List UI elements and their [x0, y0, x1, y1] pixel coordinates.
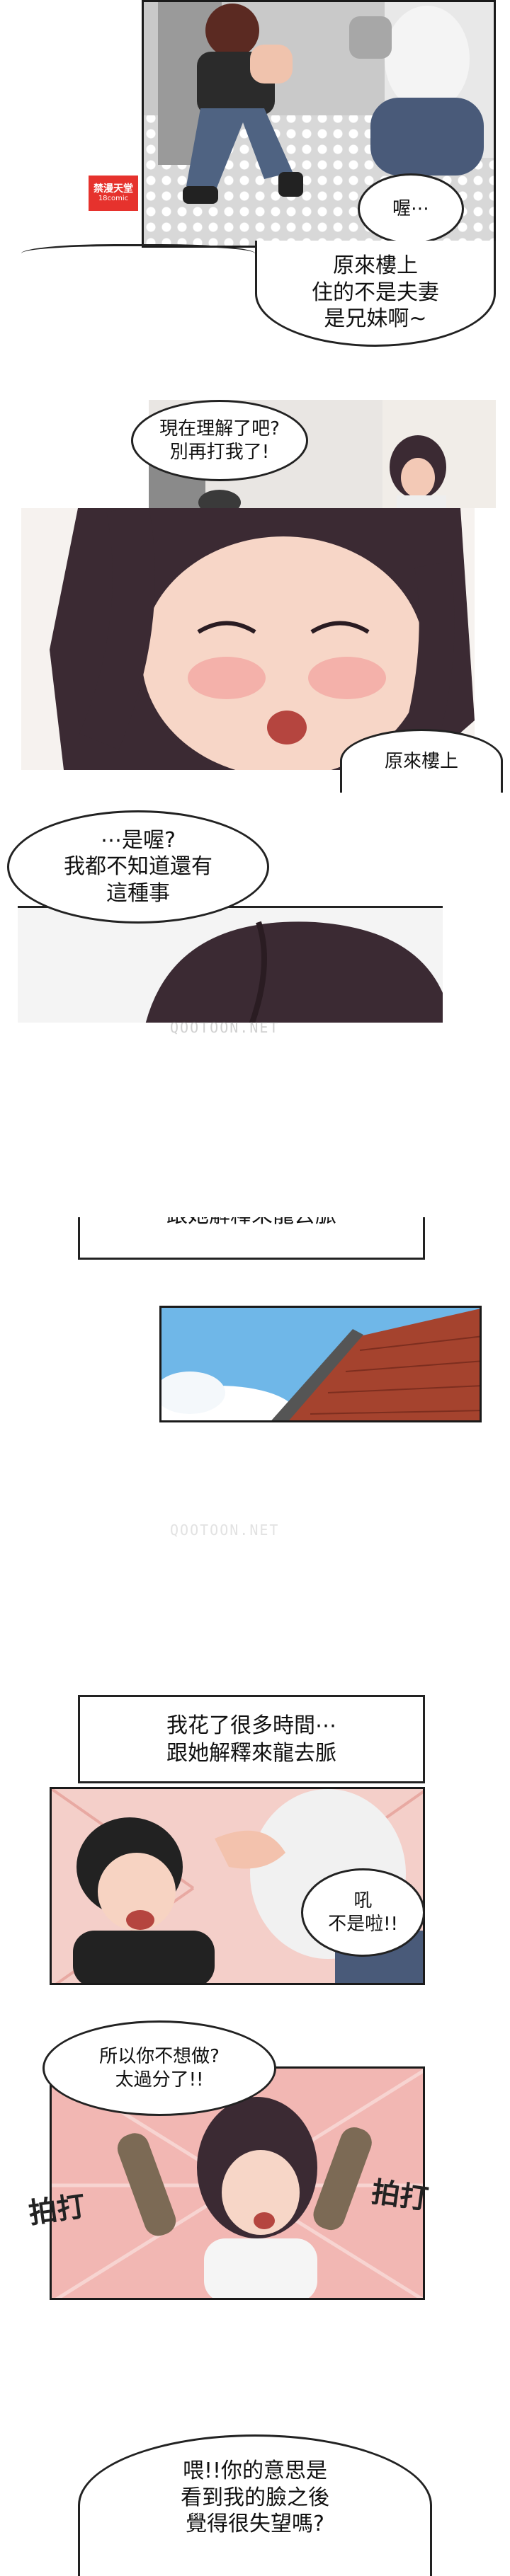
- watermark-text-1: QOOTOON.NET: [170, 1019, 280, 1036]
- caption-text-partial: 跟她解釋來龍去脈: [166, 1217, 336, 1229]
- comic-panel-3: [18, 906, 443, 1023]
- speech-text-no: 吼 不是啦!!: [328, 1890, 398, 1935]
- speech-text-dont-want: 所以你不想做? 太過分了!!: [99, 2046, 220, 2091]
- speech-text-siblings: 原來樓上 住的不是夫妻 是兄妹啊~: [312, 253, 439, 332]
- sfx-pat-right: 拍打: [369, 2169, 431, 2218]
- speech-text-understand: 現在理解了吧? 別再打我了!: [159, 418, 280, 463]
- speech-bubble-siblings: 原來樓上 住的不是夫妻 是兄妹啊~: [255, 241, 496, 347]
- watermark-2: QOOTOON.NET: [170, 1522, 279, 1539]
- speech-text-didnt-know: ⋯是喔? 我都不知道還有 這種事: [64, 827, 212, 906]
- sfx-pat-left-text: 拍打: [26, 2189, 88, 2231]
- speech-bubble-partial: 原來樓上: [340, 729, 503, 793]
- sfx-pat-left: 拍打: [26, 2183, 88, 2232]
- speech-bubble-no: 吼 不是啦!!: [301, 1868, 425, 1957]
- speech-text-oh: 喔⋯: [392, 197, 429, 219]
- panel-1-edge-left: [21, 244, 255, 268]
- watermark-text-2: QOOTOON.NET: [170, 1522, 280, 1539]
- speech-text-disappointed: 喂!!你的意思是 看到我的臉之後 覺得很失望嗎?: [181, 2459, 329, 2536]
- caption-box-time: 我花了很多時間⋯ 跟她解釋來龍去脈: [78, 1695, 425, 1783]
- site-logo-subtext: 18comic: [98, 195, 129, 203]
- speech-bubble-didnt-know: ⋯是喔? 我都不知道還有 這種事: [7, 810, 269, 924]
- speech-bubble-understand: 現在理解了吧? 別再打我了!: [131, 400, 308, 481]
- caption-text-time: 我花了很多時間⋯ 跟她解釋來龍去脈: [166, 1713, 336, 1766]
- watermark-1: QOOTOON.NET: [170, 1019, 279, 1036]
- sfx-pat-right-text: 拍打: [369, 2175, 431, 2216]
- comic-panel-4: [159, 1306, 482, 1422]
- speech-bubble-oh: 喔⋯: [358, 173, 464, 244]
- panel-4-art: [162, 1308, 480, 1420]
- site-logo: 禁漫天堂 18comic: [89, 176, 138, 211]
- speech-text-partial: 原來樓上: [384, 751, 458, 773]
- caption-box-partial: 跟她解釋來龍去脈: [78, 1217, 425, 1260]
- panel-3-art: [18, 908, 443, 1023]
- site-logo-text: 禁漫天堂: [94, 183, 133, 195]
- speech-bubble-disappointed: 喂!!你的意思是 看到我的臉之後 覺得很失望嗎?: [78, 2434, 432, 2576]
- speech-bubble-dont-want: 所以你不想做? 太過分了!!: [42, 2020, 276, 2116]
